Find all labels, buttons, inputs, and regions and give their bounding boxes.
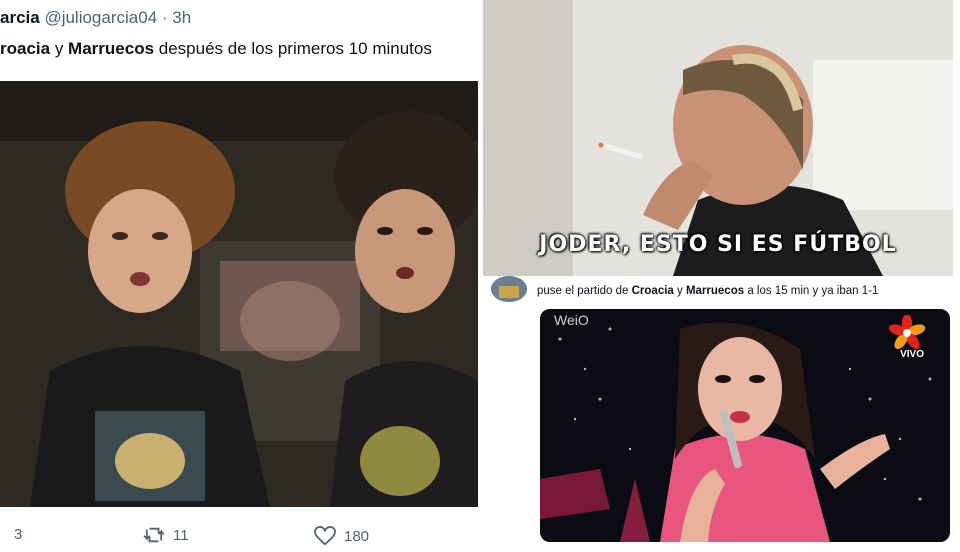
like-button[interactable]: 180 (314, 526, 369, 546)
separator-dot: · (161, 8, 168, 27)
tweet-actions: 3 11 180 (0, 524, 482, 552)
tweet-left: arcia @juliogarcia04 · 3h roacia y Marru… (0, 0, 482, 552)
tweet-text-croacia: Croacia (631, 285, 674, 297)
retweet-icon (143, 527, 165, 543)
author-name[interactable]: arcia (0, 8, 40, 27)
tweet-text-marruecos: Marruecos (685, 285, 745, 297)
tweet-image[interactable] (0, 81, 478, 507)
tweet-text-y: y (673, 285, 686, 297)
meme-image-smoking-man[interactable]: JODER, ESTO SI ES FÚTBOL (483, 0, 953, 276)
tweet-text-croacia: roacia (0, 39, 51, 58)
heart-icon (314, 526, 336, 546)
tweet-image[interactable]: WeiO VIVO (540, 309, 950, 542)
retweet-count: 11 (173, 526, 189, 544)
reply-count: 3 (14, 526, 23, 543)
meme-image-two-boys (0, 81, 478, 507)
author-handle[interactable]: @juliogarcia04 (44, 8, 157, 27)
like-count: 180 (344, 527, 370, 545)
tweet-text-end: a los 15 min y ya iban 1-1 (744, 285, 879, 297)
live-label: VIVO (900, 349, 924, 360)
tweet-text-start: puse el partido de (537, 285, 632, 297)
tweet-header: arcia @juliogarcia04 · 3h (0, 8, 191, 28)
avatar[interactable] (491, 276, 527, 302)
tweet-text: roacia y Marruecos después de los primer… (0, 39, 432, 59)
watermark: WeiO (554, 312, 589, 328)
reply-action[interactable]: 3 (14, 526, 22, 543)
tweet-time[interactable]: 3h (172, 8, 191, 27)
avatar-image (491, 276, 527, 302)
tweet-text-y: y (50, 39, 69, 58)
tweet-text-marruecos: Marruecos (68, 39, 155, 58)
tweet-text: puse el partido de Croacia y Marruecos a… (537, 285, 878, 297)
retweet-button[interactable]: 11 (143, 526, 189, 544)
meme-caption: JODER, ESTO SI ES FÚTBOL (539, 232, 897, 257)
tweet-text-rest: después de los primeros 10 minutos (154, 39, 432, 58)
tweet-right: puse el partido de Croacia y Marruecos a… (483, 276, 960, 552)
